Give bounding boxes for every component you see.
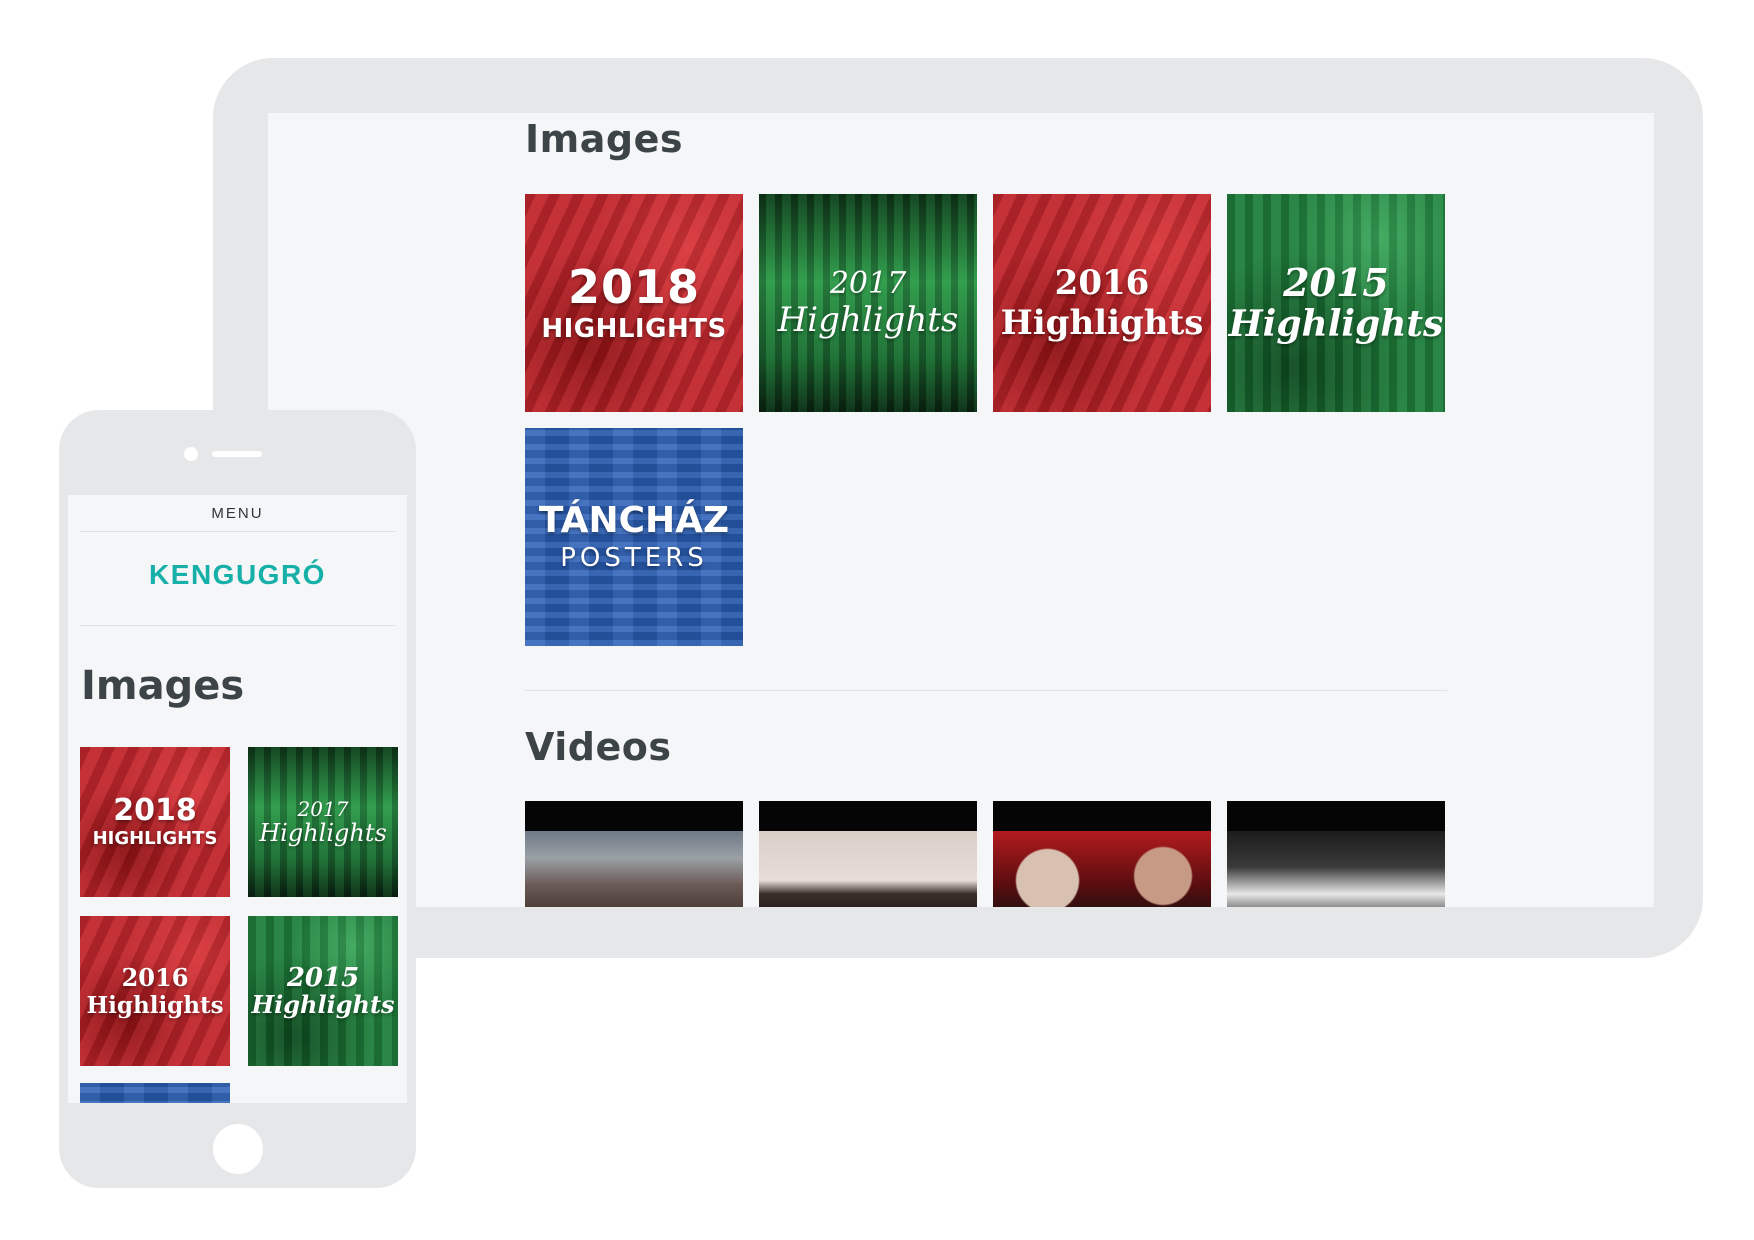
gallery-tile-2016[interactable]: 2016 Highlights	[993, 194, 1211, 412]
tile-year: 2017	[829, 266, 907, 301]
tile-label: Highlights	[1000, 303, 1204, 343]
tile-year: 2015	[286, 963, 360, 993]
tile-year: 2016	[1054, 263, 1150, 303]
gallery-tile-tanchaz-posters[interactable]: TÁNCHÁZ POSTERS	[525, 428, 743, 646]
tablet-device: Images 2018 HIGHLIGHTS 2017 Highlights 2…	[213, 58, 1703, 958]
gallery-tile-2015[interactable]: 2015 Highlights	[1227, 194, 1445, 412]
tablet-screen: Images 2018 HIGHLIGHTS 2017 Highlights 2…	[268, 113, 1654, 907]
tile-label: HIGHLIGHTS	[92, 828, 218, 849]
header-divider	[80, 625, 395, 626]
tile-year: 2018	[567, 260, 701, 314]
video-thumbnail-3[interactable]	[993, 801, 1211, 907]
tile-label: Highlights	[1228, 303, 1444, 345]
gallery-content: Images 2018 HIGHLIGHTS 2017 Highlights 2…	[525, 113, 1455, 907]
tile-label: Highlights	[259, 819, 387, 847]
gallery-tile-tanchaz-posters[interactable]	[80, 1083, 230, 1103]
images-heading: Images	[81, 663, 245, 709]
speaker-icon	[212, 451, 262, 457]
site-logo[interactable]: KENGUGRÓ	[68, 559, 407, 591]
tile-year: 2015	[1283, 260, 1389, 305]
tile-year: 2016	[121, 962, 189, 992]
gallery-tile-2018[interactable]: 2018 HIGHLIGHTS	[80, 747, 230, 897]
gallery-tile-2017[interactable]: 2017 Highlights	[248, 747, 398, 897]
tile-year: 2018	[113, 793, 197, 828]
camera-icon	[184, 447, 198, 461]
menu-button[interactable]: MENU	[68, 495, 407, 531]
tile-label: Highlights	[251, 990, 395, 1019]
section-divider	[525, 690, 1447, 691]
tile-label: POSTERS	[560, 543, 708, 573]
videos-heading: Videos	[525, 725, 672, 769]
home-button[interactable]	[213, 1124, 263, 1174]
images-heading: Images	[525, 117, 683, 161]
video-thumbnail-1[interactable]	[525, 801, 743, 907]
phone-device: MENU KENGUGRÓ Images 2018 HIGHLIGHTS 201…	[59, 410, 416, 1188]
video-thumbnail-4[interactable]	[1227, 801, 1445, 907]
gallery-tile-2018[interactable]: 2018 HIGHLIGHTS	[525, 194, 743, 412]
menu-divider	[80, 531, 395, 532]
gallery-tile-2017[interactable]: 2017 Highlights	[759, 194, 977, 412]
phone-screen: MENU KENGUGRÓ Images 2018 HIGHLIGHTS 201…	[68, 495, 407, 1103]
gallery-tile-2015[interactable]: 2015 Highlights	[248, 916, 398, 1066]
tile-label: Highlights	[777, 300, 959, 340]
video-thumbnail-2[interactable]	[759, 801, 977, 907]
gallery-tile-2016[interactable]: 2016 Highlights	[80, 916, 230, 1066]
tile-label: Highlights	[86, 991, 224, 1019]
tile-label: HIGHLIGHTS	[541, 314, 727, 344]
tile-title: TÁNCHÁZ	[538, 500, 730, 541]
tile-year: 2017	[297, 797, 349, 821]
